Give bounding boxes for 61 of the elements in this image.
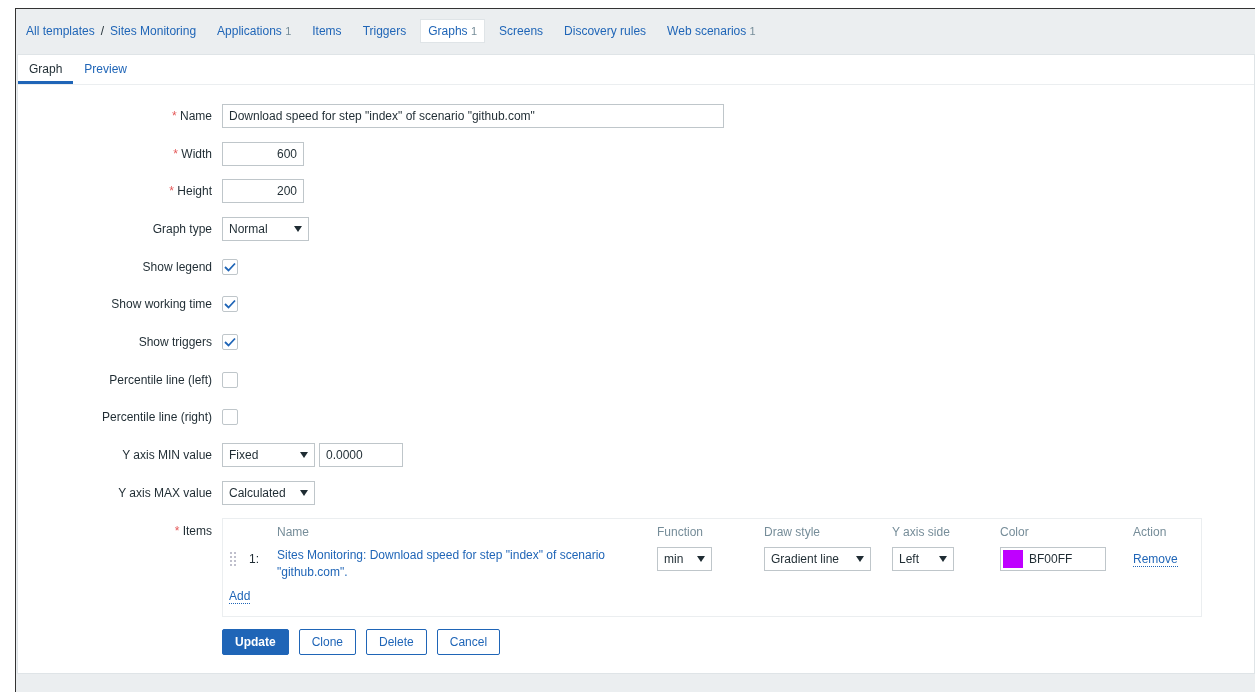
dropdown[interactable]: Fixed <box>222 443 315 468</box>
item-link[interactable]: Sites Monitoring: Download speed for step "index" of scenario "github.com". <box>277 546 657 581</box>
field-label: * Items <box>173 522 213 538</box>
field-label: Show triggers <box>137 334 213 349</box>
nav-tab[interactable]: Items <box>312 20 342 42</box>
number-field[interactable]: 200 <box>222 179 304 204</box>
field-label: Y axis MIN value <box>121 448 213 463</box>
column-header: Name <box>277 524 310 539</box>
caret-icon <box>300 489 308 496</box>
checkbox[interactable] <box>222 371 238 388</box>
checkbox[interactable] <box>222 409 238 426</box>
dropdown[interactable]: Left <box>892 546 954 571</box>
add-link[interactable]: Add <box>229 588 251 604</box>
form-button[interactable]: Clone <box>298 628 357 655</box>
form-tab[interactable]: Preview <box>73 55 139 84</box>
caret-icon <box>697 555 705 562</box>
nav-tab[interactable]: Web scenarios 1 <box>667 20 756 42</box>
form-button[interactable]: Delete <box>366 628 427 655</box>
column-header: Y axis side <box>892 524 951 539</box>
form-button[interactable]: Update <box>222 628 289 655</box>
field-label: Y axis MAX value <box>117 485 213 500</box>
caret-icon <box>939 555 947 562</box>
breadcrumb-link[interactable]: All templates <box>26 20 95 42</box>
dropdown[interactable]: Calculated <box>222 480 315 505</box>
checkbox[interactable] <box>222 296 238 313</box>
form-tab[interactable]: Graph <box>18 55 74 84</box>
field-label: Graph type <box>151 221 213 236</box>
breadcrumb-link[interactable]: Sites Monitoring <box>110 20 197 42</box>
color-field[interactable]: BF00FF <box>1000 546 1106 571</box>
caret-icon <box>856 555 864 562</box>
nav-tab[interactable]: Graphs 1 <box>420 19 486 43</box>
column-header: Draw style <box>764 524 821 539</box>
value-field[interactable]: 0.0000 <box>319 443 403 468</box>
breadcrumb-separator: / <box>100 24 105 38</box>
column-header: Function <box>657 524 705 539</box>
name-field[interactable]: Download speed for step "index" of scenario "github.com" <box>222 103 724 128</box>
field-label: Show legend <box>141 259 213 274</box>
column-header: Color <box>1000 524 1030 539</box>
checkbox[interactable] <box>222 333 238 350</box>
color-swatch[interactable] <box>1003 549 1023 568</box>
field-label: Show working time <box>110 297 213 312</box>
checkbox[interactable] <box>222 258 238 275</box>
caret-icon <box>294 225 302 232</box>
nav-tab[interactable]: Applications 1 <box>217 20 292 42</box>
dropdown[interactable]: Normal <box>222 216 309 241</box>
field-label: * Width <box>172 146 213 161</box>
form-button[interactable]: Cancel <box>436 628 501 655</box>
remove-link[interactable]: Remove <box>1133 551 1178 567</box>
nav-tab[interactable]: Discovery rules <box>564 20 647 42</box>
column-header: Action <box>1133 524 1168 539</box>
number-field[interactable]: 600 <box>222 141 304 166</box>
field-label: Percentile line (right) <box>100 410 213 425</box>
dropdown[interactable]: min <box>657 546 712 571</box>
field-label: * Name <box>170 108 213 123</box>
nav-tab[interactable]: Triggers <box>362 20 407 42</box>
nav-tab[interactable]: Screens <box>499 20 544 42</box>
dropdown[interactable]: Gradient line <box>764 546 871 571</box>
row-number: 1: <box>249 550 260 566</box>
field-label: Percentile line (left) <box>108 372 213 387</box>
field-label: * Height <box>168 184 213 199</box>
caret-icon <box>300 452 308 459</box>
